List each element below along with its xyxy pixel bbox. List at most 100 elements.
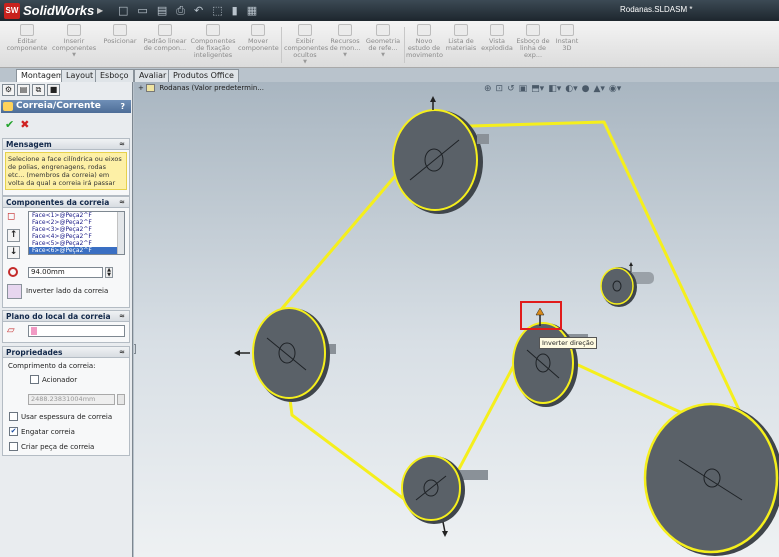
insert-components-button[interactable]: Inserir componentes ▼	[52, 24, 96, 59]
title-bar: SW SolidWorks ▶ □ ▭ ▤ ⎙ ↶ ⬚ ▮ ▦ Rodanas.…	[0, 0, 779, 21]
display-manager-icon[interactable]: ■	[47, 84, 60, 96]
mate-icon	[113, 24, 127, 36]
pulley-5[interactable]	[600, 262, 654, 307]
new-document-icon[interactable]: □	[118, 4, 128, 18]
belt-members-list[interactable]: Face<1>@Peça2^F Face<2>@Peça2^F Face<3>@…	[28, 211, 125, 255]
property-manager-title: Correia/Corrente	[16, 101, 101, 111]
reference-geometry-icon	[376, 24, 390, 36]
tab-esboco[interactable]: Esboço	[95, 69, 134, 82]
engage-belt-checkbox[interactable]: ✔	[9, 427, 18, 436]
assembly-scene[interactable]	[134, 82, 779, 557]
driving-checkbox[interactable]	[30, 375, 39, 384]
properties-group: Propriedades ≈ Comprimento da correia: Ac…	[2, 346, 130, 456]
cancel-button[interactable]: ✖	[20, 118, 29, 131]
list-item[interactable]: Face<4>@Peça2^F	[29, 233, 124, 240]
collapse-icon[interactable]: ≈	[119, 197, 125, 208]
list-item[interactable]: Face<3>@Peça2^F	[29, 226, 124, 233]
list-item[interactable]: Face<6>@Peça2^F	[29, 247, 124, 254]
pulley-2[interactable]	[234, 307, 336, 402]
belt-members-group-header[interactable]: Componentes da correia ≈	[3, 197, 129, 208]
explode-line-sketch-button[interactable]: Esboço de linha de exp...	[516, 24, 550, 59]
instant3d-button[interactable]: Instant 3D	[552, 24, 582, 52]
menu-expand-icon[interactable]: ▶	[97, 6, 107, 16]
pulley-4[interactable]	[512, 301, 588, 407]
app-logo[interactable]: SW SolidWorks	[4, 2, 94, 19]
pulley-6[interactable]	[643, 402, 779, 556]
belt-chain-icon	[3, 102, 13, 111]
pulley-3[interactable]	[401, 455, 488, 537]
assembly-features-button[interactable]: Recursos de mon... ▼	[328, 24, 362, 59]
tab-produtos-office[interactable]: Produtos Office	[168, 69, 239, 82]
edit-component-button[interactable]: Editar componente	[6, 24, 48, 52]
flip-belt-side-button[interactable]	[7, 284, 22, 299]
undo-icon[interactable]: ↶	[194, 4, 203, 18]
length-spinner[interactable]: ▲ ▼	[105, 267, 113, 278]
linear-pattern-icon	[158, 24, 172, 36]
command-manager: Editar componente Inserir componentes ▼ P…	[0, 21, 779, 68]
linear-pattern-button[interactable]: Padrão linear de compon...	[142, 24, 188, 52]
message-group-header[interactable]: Mensagem ≈	[3, 139, 129, 150]
property-manager-icon[interactable]: ▤	[17, 84, 30, 96]
ok-button[interactable]: ✔	[5, 118, 14, 131]
new-motion-study-button[interactable]: Novo estudo de movimento	[406, 24, 443, 59]
property-manager-panel: ⚙ ▤ ⧉ ■ Correia/Corrente ? ✔ ✖ Mensagem ≈…	[0, 82, 133, 557]
explode-line-sketch-icon	[526, 24, 540, 36]
belt-length-input[interactable]: 94.00mm	[28, 267, 103, 278]
move-up-button[interactable]: ↑	[7, 229, 20, 242]
move-component-button[interactable]: Mover componente	[238, 24, 279, 52]
readout-spinner	[117, 394, 125, 405]
open-document-icon[interactable]: ▭	[137, 4, 147, 18]
belt-members-icon: ◻	[7, 211, 16, 222]
reference-geometry-button[interactable]: Geometria de refe... ▼	[364, 24, 402, 59]
list-item[interactable]: Face<1>@Peça2^F	[29, 212, 124, 219]
app-name: SolidWorks	[23, 3, 95, 18]
collapse-icon[interactable]: ≈	[119, 311, 125, 322]
motion-study-icon	[417, 24, 431, 36]
move-down-button[interactable]: ↓	[7, 246, 20, 259]
flip-belt-side-label: Inverter lado da correia	[26, 287, 109, 295]
show-hidden-button[interactable]: Exibir componentes ocultos ▼	[284, 24, 328, 66]
list-item[interactable]: Face<2>@Peça2^F	[29, 219, 124, 226]
belt-plane-group: Plano do local da correia ≈ ▱	[2, 310, 130, 343]
ok-cancel-bar: ✔ ✖	[5, 118, 29, 131]
tab-layout[interactable]: Layout	[61, 69, 99, 82]
list-item[interactable]: Face<5>@Peça2^F	[29, 240, 124, 247]
belt-length-readout: 2488.23831004mm	[28, 394, 115, 405]
print-icon[interactable]: ⎙	[176, 4, 185, 18]
flip-direction-arrow-icon[interactable]	[535, 307, 545, 316]
create-belt-part-checkbox[interactable]	[9, 442, 18, 451]
smart-fasteners-icon	[206, 24, 220, 36]
configuration-manager-icon[interactable]: ⧉	[32, 84, 45, 96]
pulley-1[interactable]	[392, 96, 489, 214]
tab-avaliar[interactable]: Avaliar	[134, 69, 172, 82]
save-icon[interactable]: ▤	[157, 4, 167, 18]
use-thickness-checkbox[interactable]	[9, 412, 18, 421]
message-group: Mensagem ≈ Selecione a face cilíndrica ou…	[2, 138, 130, 196]
smart-fasteners-button[interactable]: Componentes de fixação inteligentes	[190, 24, 236, 59]
rebuild-icon[interactable]: ▮	[232, 4, 238, 18]
flip-direction-tooltip: Inverter direção	[539, 337, 597, 349]
instant3d-icon	[560, 24, 574, 36]
pitch-diameter-icon	[8, 267, 18, 277]
belt-plane-group-header[interactable]: Plano do local da correia ≈	[3, 311, 129, 322]
feature-tree-icon[interactable]: ⚙	[2, 84, 15, 96]
options-icon[interactable]: ▦	[247, 4, 257, 18]
command-tabs: Montagem Layout Esboço Avaliar Produtos …	[0, 68, 779, 82]
properties-group-header[interactable]: Propriedades ≈	[3, 347, 129, 358]
list-scrollbar[interactable]	[117, 212, 124, 254]
create-belt-part-label: Criar peça de correia	[21, 443, 95, 451]
engage-belt-label: Engatar correia	[21, 428, 75, 436]
exploded-view-button[interactable]: Vista explodida	[480, 24, 514, 52]
belt-plane-input[interactable]	[28, 325, 125, 337]
graphics-viewport[interactable]: + Rodanas (Valor predetermin... ⊕ ⊡ ↺ ▣ …	[134, 82, 779, 557]
mate-button[interactable]: Posicionar	[100, 24, 140, 45]
collapse-icon[interactable]: ≈	[119, 139, 125, 150]
property-manager-header: Correia/Corrente ?	[1, 100, 131, 113]
plane-icon: ▱	[7, 325, 15, 336]
select-icon[interactable]: ⬚	[212, 4, 222, 18]
quick-access-toolbar: □ ▭ ▤ ⎙ ↶ ⬚ ▮ ▦	[118, 4, 257, 18]
bill-of-materials-button[interactable]: Lista de materiais	[444, 24, 478, 52]
collapse-icon[interactable]: ≈	[119, 347, 125, 358]
belt-members-group: Componentes da correia ≈ ◻ Face<1>@Peça2^…	[2, 196, 130, 308]
help-button[interactable]: ?	[120, 100, 125, 113]
